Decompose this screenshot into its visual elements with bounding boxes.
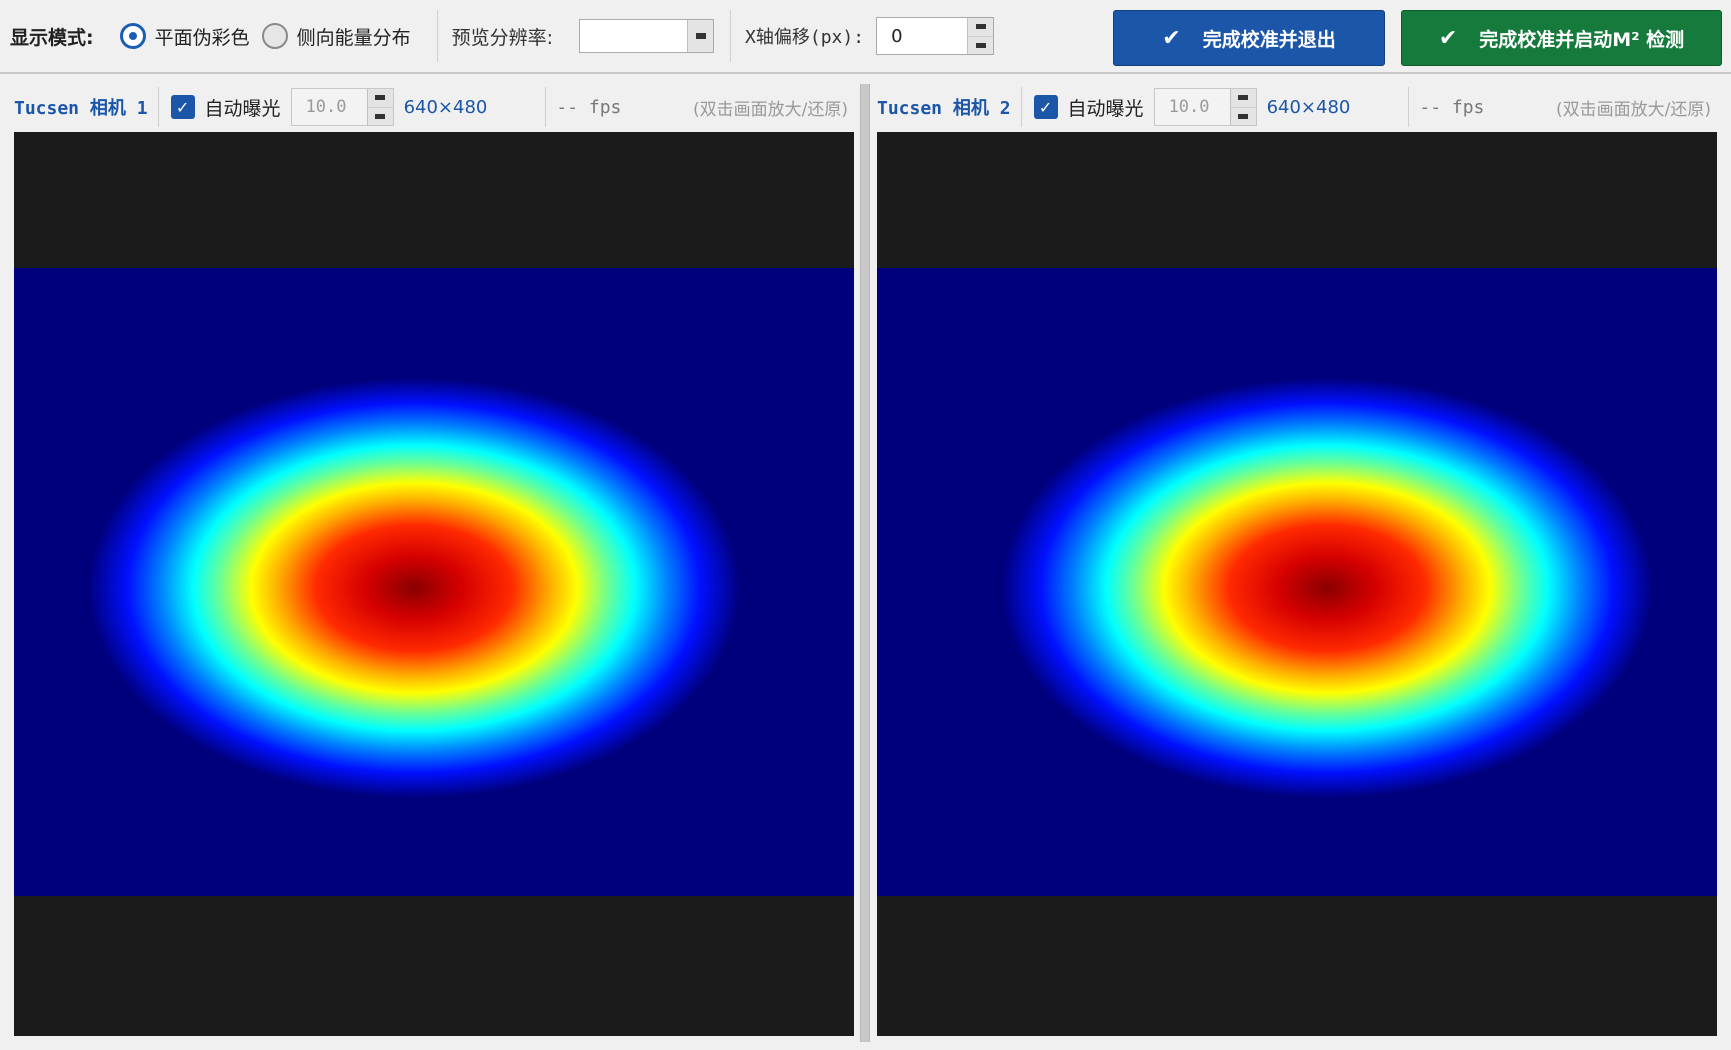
x-offset-stepper[interactable]: 0 [876,17,995,55]
dropdown-button[interactable] [687,20,714,52]
spin-down-button[interactable] [1230,106,1256,126]
dropdown-icon [695,33,706,39]
radio-lateral-energy[interactable]: 侧向能量分布 [261,23,411,50]
spin-up-button[interactable] [968,18,993,36]
auto-exposure-label-2: 自动曝光 [1067,97,1144,120]
toolbar-divider [436,10,438,62]
spin-up-button[interactable] [1231,89,1256,107]
check-icon: ✔ [1438,25,1458,51]
exposure-input-1[interactable]: 10.0 [291,89,367,125]
spin-down-icon [1238,113,1249,119]
x-offset-spin-buttons [967,18,994,55]
beam-image-2 [877,268,1717,896]
camera-name-2: Tucsen 相机 2 [877,98,1011,119]
header-divider [157,87,159,127]
spin-down-icon [975,42,986,48]
camera-resolution-1: 640×480 [403,96,488,118]
checkbox-check-icon: ✓ [1038,97,1053,117]
camera-panel-2: Tucsen 相机 2 ✓ 自动曝光 10.0 640×480 -- fps (… [877,84,1717,1036]
radio-checked-icon [119,23,146,49]
camera-hint-1: (双击画面放大/还原) [693,99,848,120]
spin-down-button[interactable] [968,35,994,55]
exposure-input-2[interactable]: 10.0 [1154,89,1230,125]
checkbox-check-icon: ✓ [175,97,190,117]
spin-up-icon [1238,95,1249,101]
check-icon: ✔ [1162,25,1181,51]
display-mode-label: 显示模式: [10,26,94,49]
exposure-stepper-1[interactable]: 10.0 [290,88,394,126]
exposure-spin-buttons-2 [1229,89,1256,126]
radio-flat-pseudocolor[interactable]: 平面伪彩色 [119,23,250,50]
camera-name-1: Tucsen 相机 1 [14,98,148,119]
spin-down-icon [375,113,386,119]
radio-unchecked-icon [261,23,288,49]
auto-exposure-checkbox-1[interactable]: ✓ [170,95,195,119]
preview-resolution-select[interactable] [579,19,715,53]
x-offset-input[interactable]: 0 [877,18,967,54]
auto-exposure-checkbox-2[interactable]: ✓ [1033,95,1058,119]
camera-fps-2: -- fps [1408,87,1484,127]
spin-down-button[interactable] [367,106,393,126]
preview-resolution-label: 预览分辨率: [451,26,554,49]
camera-header-2: Tucsen 相机 2 ✓ 自动曝光 10.0 640×480 -- fps (… [877,84,1717,130]
panel-splitter[interactable] [860,84,870,1042]
beam-heatmap-1 [14,268,854,896]
camera-hint-2: (双击画面放大/还原) [1556,99,1711,120]
camera-resolution-2: 640×480 [1266,96,1351,118]
spin-up-icon [375,95,386,101]
camera-fps-1: -- fps [545,87,621,127]
exposure-spin-buttons-1 [366,89,393,126]
header-divider [1020,87,1022,127]
finish-calibration-start-label: 完成校准并启动M² 检测 [1479,28,1685,51]
camera-view-1[interactable] [14,132,854,1036]
exposure-stepper-2[interactable]: 10.0 [1153,88,1257,126]
spin-up-button[interactable] [368,89,393,107]
finish-calibration-exit-label: 完成校准并退出 [1202,28,1336,51]
camera-panel-1: Tucsen 相机 1 ✓ 自动曝光 10.0 640×480 -- fps (… [14,84,854,1036]
toolbar-divider [730,10,732,62]
x-offset-label: X轴偏移(px): [745,27,865,48]
camera-header-1: Tucsen 相机 1 ✓ 自动曝光 10.0 640×480 -- fps (… [14,84,854,130]
auto-exposure-label-1: 自动曝光 [204,97,281,120]
preview-resolution-value [580,20,687,52]
radio-flat-pseudocolor-label: 平面伪彩色 [154,26,250,49]
radio-lateral-energy-label: 侧向能量分布 [296,26,411,49]
camera-view-2[interactable] [877,132,1717,1036]
spin-up-icon [975,24,986,30]
beam-image-1 [14,268,854,896]
beam-heatmap-2 [877,268,1717,896]
finish-calibration-exit-button[interactable]: ✔ 完成校准并退出 [1113,10,1385,66]
finish-calibration-start-button[interactable]: ✔ 完成校准并启动M² 检测 [1401,10,1722,66]
